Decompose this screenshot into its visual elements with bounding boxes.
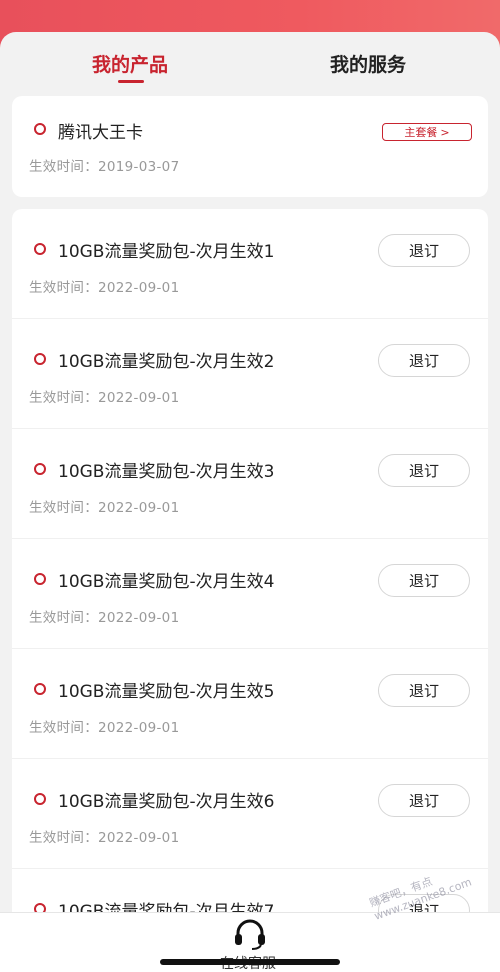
unsubscribe-button[interactable]: 退订 [378, 454, 470, 487]
package-title: 10GB流量奖励包-次月生效3 [58, 462, 275, 482]
tab-bar: 我的产品 我的服务 [0, 32, 500, 96]
headset-icon[interactable] [232, 919, 268, 951]
package-title: 10GB流量奖励包-次月生效5 [58, 682, 275, 702]
package-list: 10GB流量奖励包-次月生效1 退订 生效时间：2022-09-01 10GB流… [12, 209, 488, 969]
package-effective-date: 生效时间：2022-09-01 [29, 720, 180, 736]
chevron-right-icon: > [440, 125, 450, 139]
list-item: 10GB流量奖励包-次月生效3 退订 生效时间：2022-09-01 [12, 429, 488, 539]
package-title: 10GB流量奖励包-次月生效1 [58, 242, 275, 262]
main-plan-card: 腾讯大王卡 主套餐 > 生效时间：2019-03-07 [12, 96, 488, 197]
list-item: 10GB流量奖励包-次月生效6 退订 生效时间：2022-09-01 [12, 759, 488, 869]
active-tab-indicator [118, 80, 144, 83]
unsubscribe-button[interactable]: 退订 [378, 564, 470, 597]
package-effective-date: 生效时间：2022-09-01 [29, 830, 180, 846]
package-title: 10GB流量奖励包-次月生效2 [58, 352, 275, 372]
tab-my-services[interactable]: 我的服务 [330, 50, 406, 77]
home-indicator [160, 959, 340, 965]
package-title: 10GB流量奖励包-次月生效6 [58, 792, 275, 812]
unsubscribe-button[interactable]: 退订 [378, 784, 470, 817]
package-title: 10GB流量奖励包-次月生效4 [58, 572, 275, 592]
main-plan-badge-label: 主套餐 [404, 126, 438, 139]
unsubscribe-button[interactable]: 退订 [378, 344, 470, 377]
unsubscribe-button[interactable]: 退订 [378, 234, 470, 267]
bullet-icon [34, 463, 46, 475]
bullet-icon [34, 683, 46, 695]
list-item: 10GB流量奖励包-次月生效1 退订 生效时间：2022-09-01 [12, 209, 488, 319]
tab-my-products[interactable]: 我的产品 [92, 50, 168, 77]
package-effective-date: 生效时间：2022-09-01 [29, 610, 180, 626]
bullet-icon [34, 793, 46, 805]
bullet-icon [34, 353, 46, 365]
products-panel: 我的产品 我的服务 腾讯大王卡 主套餐 > 生效时间：2019-03-07 10… [0, 32, 500, 972]
bullet-icon [34, 123, 46, 135]
main-plan-badge[interactable]: 主套餐 > [382, 123, 472, 141]
main-plan-name: 腾讯大王卡 [58, 123, 143, 143]
package-effective-date: 生效时间：2022-09-01 [29, 390, 180, 406]
package-effective-date: 生效时间：2022-09-01 [29, 280, 180, 296]
list-item: 10GB流量奖励包-次月生效5 退订 生效时间：2022-09-01 [12, 649, 488, 759]
list-item: 10GB流量奖励包-次月生效2 退订 生效时间：2022-09-01 [12, 319, 488, 429]
package-effective-date: 生效时间：2022-09-01 [29, 500, 180, 516]
bullet-icon [34, 573, 46, 585]
unsubscribe-button[interactable]: 退订 [378, 674, 470, 707]
main-plan-effective-date: 生效时间：2019-03-07 [29, 159, 180, 175]
bullet-icon [34, 243, 46, 255]
list-item: 10GB流量奖励包-次月生效4 退订 生效时间：2022-09-01 [12, 539, 488, 649]
